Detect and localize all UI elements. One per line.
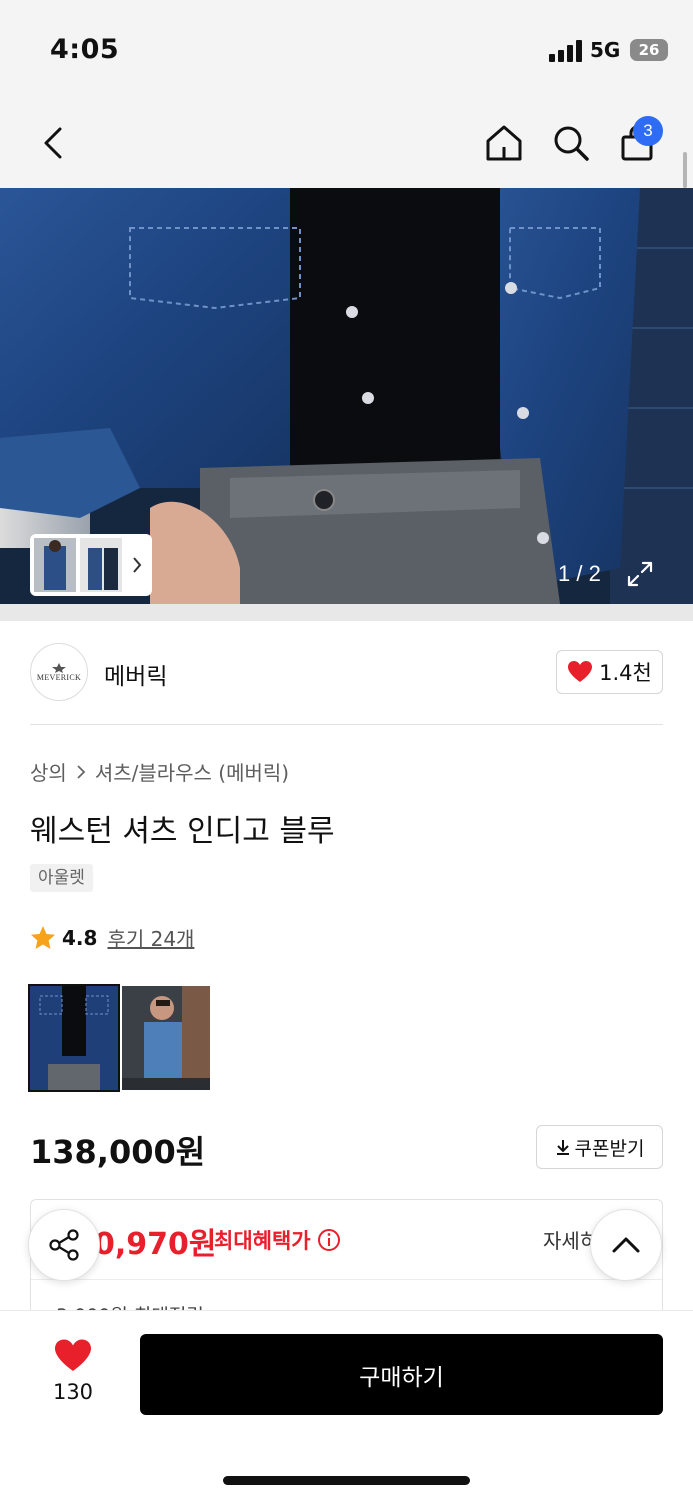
battery-icon: 26 (630, 39, 668, 61)
cart-count-badge: 3 (633, 116, 663, 146)
nav-bar (0, 100, 693, 188)
home-indicator (223, 1476, 470, 1485)
section-divider (30, 724, 663, 725)
benefit-divider (31, 1279, 662, 1280)
star-icon (31, 925, 55, 949)
variant-thumb-2[interactable] (122, 986, 210, 1090)
chevron-right-icon (133, 557, 142, 573)
wishlist-count: 130 (52, 1380, 94, 1404)
breadcrumb: 상의 셔츠/블라우스 (메버릭) (30, 757, 289, 786)
brand-logo-text: MEVERICK (36, 672, 82, 682)
network-label: 5G (590, 38, 621, 62)
variant-thumb-1[interactable] (28, 984, 120, 1092)
max-benefit-label: 최대혜택가 (214, 1225, 341, 1255)
coupon-button[interactable]: 쿠폰받기 (536, 1125, 663, 1169)
product-price: 138,000원 (30, 1133, 206, 1171)
thumbnail-strip[interactable] (30, 534, 152, 596)
scroll-indicator (683, 152, 687, 188)
max-benefit-price: 0,970원 (94, 1227, 217, 1262)
breadcrumb-category[interactable]: 상의 (30, 757, 67, 786)
expand-icon[interactable] (625, 559, 655, 589)
status-bar: 4:05 5G 26 (0, 0, 693, 100)
wishlist-button[interactable]: 130 (42, 1338, 104, 1404)
share-button[interactable] (28, 1209, 100, 1281)
back-button[interactable] (28, 118, 78, 168)
signal-icon (549, 40, 582, 62)
search-button[interactable] (546, 118, 596, 168)
brand-like-count: 1.4천 (599, 661, 652, 685)
status-time: 4:05 (50, 34, 120, 65)
scroll-top-button[interactable] (590, 1209, 662, 1281)
home-button[interactable] (479, 118, 529, 168)
chevron-up-icon (612, 1237, 640, 1253)
heart-icon (568, 661, 593, 682)
download-icon (556, 1140, 569, 1155)
rating-row: 4.8 후기 24개 (30, 923, 194, 952)
max-benefit-text: 최대혜택가 (214, 1229, 311, 1253)
variant-image (30, 986, 118, 1090)
variant-image (122, 986, 210, 1090)
buy-button[interactable]: 구매하기 (140, 1334, 663, 1415)
home-icon (486, 125, 522, 161)
thumbnail-images (34, 538, 142, 592)
outlet-tag: 아울렛 (30, 864, 93, 892)
chevron-right-icon (77, 764, 86, 779)
brand-name[interactable]: 메버릭 (104, 657, 167, 691)
info-icon[interactable] (317, 1228, 341, 1252)
coupon-label: 쿠폰받기 (574, 1137, 645, 1160)
back-icon (44, 127, 62, 159)
search-icon (554, 126, 589, 161)
rating-score: 4.8 (62, 925, 98, 950)
reviews-link[interactable]: 후기 24개 (107, 923, 194, 952)
heart-icon (55, 1339, 91, 1371)
hero-divider (0, 604, 693, 621)
share-icon (49, 1229, 79, 1261)
product-title: 웨스턴 셔츠 인디고 블루 (30, 814, 335, 849)
brand-crest-icon (52, 662, 66, 673)
image-counter: 1 / 2 (558, 561, 601, 586)
brand-logo[interactable]: MEVERICK (30, 643, 88, 701)
brand-like-button[interactable]: 1.4천 (556, 650, 663, 694)
breadcrumb-subcategory[interactable]: 셔츠/블라우스 (메버릭) (95, 757, 289, 786)
